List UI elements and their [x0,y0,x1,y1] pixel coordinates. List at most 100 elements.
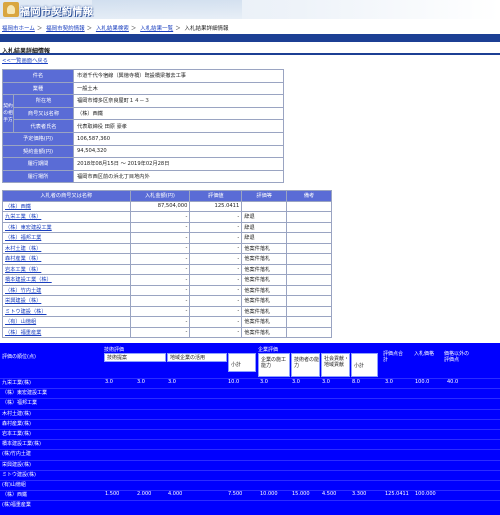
bidder-name-link[interactable]: 栄興建設（株） [5,298,41,304]
bidder-name-link[interactable]: （株）西鐵 [5,204,31,210]
eval-col-tech-proposal: 技術提案 [104,353,166,362]
eval-winner-value: 4.000 [168,491,183,498]
bidder-name-cell: （株）福重産業 [2,326,131,338]
score-cell: - [189,316,243,328]
eval-row-name: (株)福重産業 [2,502,31,509]
info-value: 市道千代今宿線（興徳寺橋）既設橋梁撤去工事 [73,69,284,83]
bidder-table-header: 入札者の商号又は名称 入札金額(円) 評価値 評価等 備考 [2,190,332,202]
bidder-table: 入札者の商号又は名称 入札金額(円) 評価値 評価等 備考 （株）西鐵 87,50… [2,190,332,338]
contractor-group-label: 契約の相手方 [2,94,14,133]
bidder-name-link[interactable]: （株）福重産業 [5,330,41,336]
info-row: 予定価格(円) 106,587,360 [2,131,284,146]
eval-row-divider [0,500,500,502]
bidder-row: （株）福重産業 - - 他案件落札 [2,326,332,338]
site-logo-text[interactable]: 福岡市契約情報 [20,3,94,18]
bidder-name-link[interactable]: 九栄工業（株） [5,214,41,220]
breadcrumb-current: 入札結果詳細情報 [184,26,229,32]
bid-amount-cell: - [129,221,191,233]
info-value: 94,504,320 [73,144,284,159]
breadcrumb-home[interactable]: 福岡市ホーム [2,26,35,32]
bid-amount-cell: - [129,253,191,265]
status-cell: 他案件落札 [241,295,288,307]
eval-first-value: 3.0 [322,379,330,385]
note-cell [286,232,332,244]
score-cell: - [189,211,243,223]
eval-winner-value: 7.500 [228,491,243,498]
eval-first-value: 8.0 [352,379,360,385]
score-cell: - [189,253,243,265]
info-label: 業種 [2,81,74,96]
eval-winner-value: 125.0411 [385,491,409,498]
eval-first-value: 3.0 [105,379,113,385]
eval-col-capability: 企業の施工能力 [258,353,290,377]
eval-row-divider [0,459,500,461]
eval-tech-group-label: 技術評価 [104,347,125,353]
status-cell [241,200,288,212]
bidder-row: 九栄工業（株） - - 辞退 [2,211,332,223]
note-cell [286,263,332,275]
bidder-name-cell: （有）山徳組 [2,316,131,328]
status-cell: 他案件落札 [241,284,288,296]
note-cell [286,253,332,265]
note-cell [286,295,332,307]
eval-first-value: 3.0 [292,379,300,385]
bidder-name-link[interactable]: （株）福邦工業 [5,235,41,241]
status-cell: 辞退 [241,211,288,223]
eval-winner-value: 3.300 [352,491,367,498]
score-cell: - [189,221,243,233]
info-label: 履行期間 [2,157,74,171]
city-emblem-icon [3,2,19,17]
breadcrumb-bid-list[interactable]: 入札結果一覧 [140,26,173,32]
breadcrumb-contract-info[interactable]: 福岡市契約情報 [46,26,85,32]
score-cell: - [189,232,243,244]
bid-amount-cell: - [129,232,191,244]
info-value: 福岡市西区前の浜北丁目地内外 [73,169,284,184]
bidder-name-cell: （株）竹内土建 [2,284,131,296]
info-row: 履行場所 福岡市西区前の浜北丁目地内外 [2,169,284,184]
note-cell [286,326,332,338]
bidder-row: （株）東宏建設工業 - - 辞退 [2,221,332,233]
status-cell: 辞退 [241,232,288,244]
info-label: 履行場所 [2,169,74,184]
bidder-name-link[interactable]: ミトウ建設（株） [5,309,47,315]
bidder-name-link[interactable]: 岩本工業（株） [5,267,41,273]
status-cell: 辞退 [241,221,288,233]
col-score: 評価値 [189,190,243,202]
evaluation-table: 技術評価 企業評価 評価の順位(点) 技術提案 地域企業の活用 小計 企業の施工… [0,343,500,515]
site-banner: 福岡市契約情報 [0,0,500,19]
note-cell [286,305,332,317]
eval-winner-value: 15.000 [292,491,310,498]
eval-col-local-use: 地域企業の活用 [167,353,227,362]
info-row: 契約の相手方 所在地 福岡市博多区奈良屋町１４－３ [2,94,284,133]
score-cell: 125.0411 [189,200,243,212]
bidder-name-cell: 栄興建設（株） [2,295,131,307]
status-cell: 他案件落札 [241,326,288,338]
eval-row-divider [0,388,500,390]
status-cell: 他案件落札 [241,274,288,286]
bidder-name-link[interactable]: 木村土建（株） [5,246,41,252]
bid-amount-cell: - [129,274,191,286]
bidder-name-link[interactable]: 橋本建設工業（株） [5,277,52,283]
bidder-name-cell: 九栄工業（株） [2,211,131,223]
bid-amount-cell: - [129,284,191,296]
info-value: 2018年08月15日 ～ 2019年02月28日 [73,157,284,171]
eval-winner-value: 1.500 [105,491,120,498]
bidder-row: 栄興建設（株） - - 他案件落札 [2,295,332,307]
bidder-name-link[interactable]: （株）竹内土建 [5,288,41,294]
back-to-list-link[interactable]: <<一覧画面へ戻る [2,56,48,64]
eval-col-nonprice: 価格以外の評価点 [444,351,470,363]
bidder-name-cell: （株）東宏建設工業 [2,221,131,233]
info-row: 業種 一般土木 [2,81,284,96]
note-cell [286,316,332,328]
contract-info-table: 件名 市道千代今宿線（興徳寺橋）既設橋梁撤去工事 業種 一般土木 契約の相手方 所在地… [2,69,284,184]
bidder-name-link[interactable]: 森村産業（株） [5,256,41,262]
eval-col-subtotal-2: 小計 [351,353,378,377]
bidder-name-link[interactable]: （有）山徳組 [5,319,36,325]
score-cell: - [189,274,243,286]
note-cell [286,274,332,286]
nav-bar [0,34,500,42]
bidder-name-link[interactable]: （株）東宏建設工業 [5,225,52,231]
breadcrumb-bid-search[interactable]: 入札結果検索 [96,26,129,32]
eval-row-divider [0,398,500,400]
info-label: 商号又は名称 [13,106,74,121]
